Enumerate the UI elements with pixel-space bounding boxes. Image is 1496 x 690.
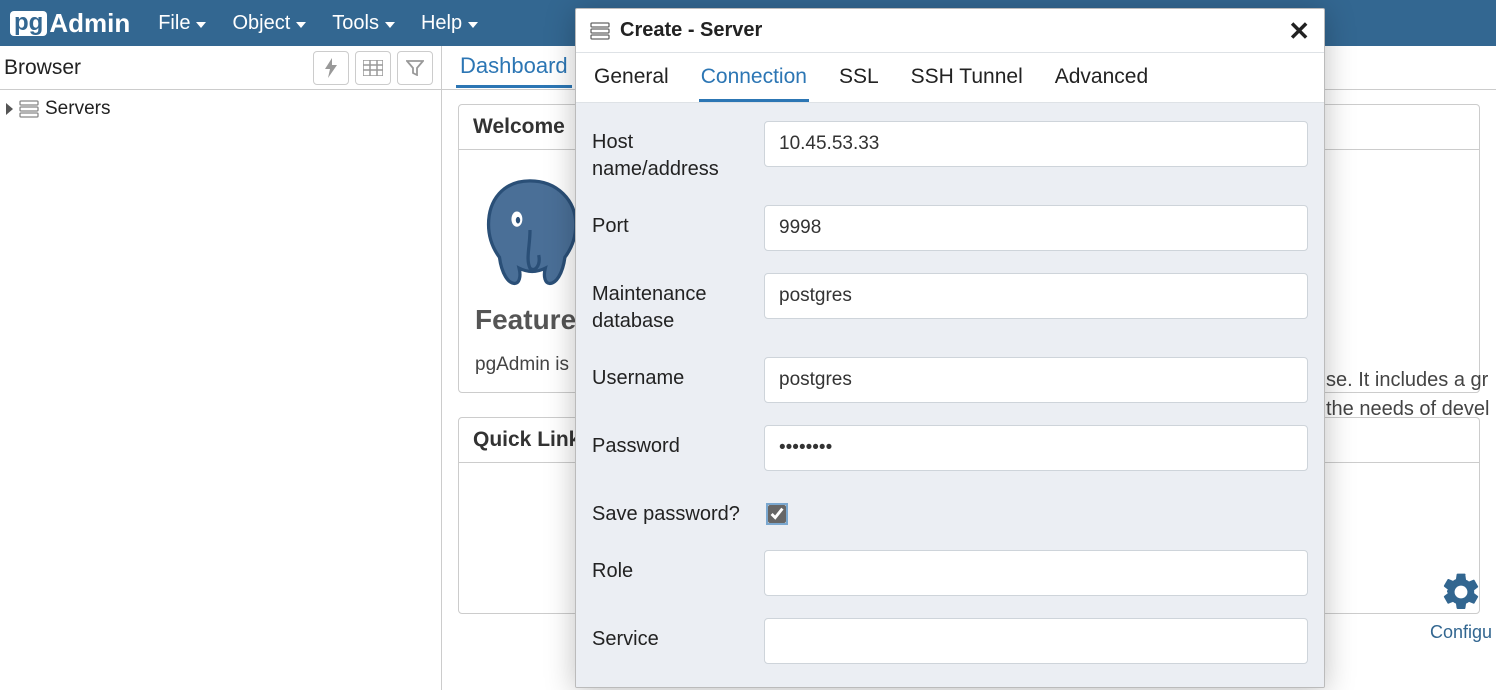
- role-input[interactable]: [764, 550, 1308, 596]
- browser-title: Browser: [4, 56, 81, 80]
- row-role: Role: [592, 550, 1308, 596]
- server-icon: [590, 22, 610, 40]
- label-host: Host name/address: [592, 121, 752, 183]
- logo-pg: pg: [10, 11, 47, 36]
- row-maintenance-db: Maintenance database: [592, 273, 1308, 335]
- row-username: Username: [592, 357, 1308, 403]
- chevron-down-icon: [196, 22, 206, 28]
- chevron-down-icon: [296, 22, 306, 28]
- tab-advanced[interactable]: Advanced: [1053, 53, 1150, 102]
- servers-icon: [19, 100, 39, 118]
- browser-header: Browser: [0, 46, 441, 90]
- tab-general[interactable]: General: [592, 53, 671, 102]
- label-password: Password: [592, 425, 752, 460]
- nav-item-tools[interactable]: Tools: [332, 12, 395, 35]
- chevron-down-icon: [468, 22, 478, 28]
- browser-panel: Browser Servers: [0, 46, 442, 690]
- row-port: Port: [592, 205, 1308, 251]
- configure-label: Configu: [1430, 622, 1492, 642]
- nav-label: Object: [232, 12, 290, 35]
- label-save-password: Save password?: [592, 493, 752, 528]
- view-data-button[interactable]: [355, 51, 391, 85]
- dialog-header: Create - Server ✕: [576, 9, 1324, 53]
- nav-label: File: [158, 12, 190, 35]
- welcome-right-line2: the needs of devel: [1326, 395, 1489, 424]
- logo-admin: Admin: [49, 8, 130, 39]
- password-input[interactable]: [764, 425, 1308, 471]
- row-service: Service: [592, 618, 1308, 664]
- row-host: Host name/address: [592, 121, 1308, 183]
- object-tree: Servers: [0, 90, 441, 128]
- nav-label: Tools: [332, 12, 379, 35]
- nav-item-object[interactable]: Object: [232, 12, 306, 35]
- row-save-password: Save password?: [592, 493, 1308, 528]
- welcome-text-right: se. It includes a gr the needs of devel: [1326, 366, 1489, 424]
- username-input[interactable]: [764, 357, 1308, 403]
- filter-icon: [406, 60, 424, 76]
- table-icon: [363, 60, 383, 76]
- label-service: Service: [592, 618, 752, 653]
- gear-icon: [1426, 570, 1496, 622]
- service-input[interactable]: [764, 618, 1308, 664]
- nav-menu: File Object Tools Help: [158, 12, 478, 35]
- port-input[interactable]: [764, 205, 1308, 251]
- browser-toolbar: [313, 51, 433, 85]
- tab-ssh-tunnel[interactable]: SSH Tunnel: [909, 53, 1025, 102]
- maintenance-db-input[interactable]: [764, 273, 1308, 319]
- chevron-right-icon: [6, 103, 13, 115]
- query-tool-button[interactable]: [313, 51, 349, 85]
- host-input[interactable]: [764, 121, 1308, 167]
- tree-node-servers[interactable]: Servers: [6, 98, 435, 120]
- dialog-tabs: General Connection SSL SSH Tunnel Advanc…: [576, 53, 1324, 103]
- tab-ssl[interactable]: SSL: [837, 53, 881, 102]
- welcome-right-line1: se. It includes a gr: [1326, 366, 1489, 395]
- tree-node-label: Servers: [45, 98, 110, 120]
- lightning-icon: [323, 58, 339, 78]
- dialog-title: Create - Server: [620, 19, 762, 42]
- label-port: Port: [592, 205, 752, 240]
- configure-link[interactable]: Configu: [1426, 570, 1496, 643]
- save-password-checkbox[interactable]: [768, 505, 786, 523]
- label-role: Role: [592, 550, 752, 585]
- tab-dashboard[interactable]: Dashboard: [456, 47, 572, 88]
- filter-button[interactable]: [397, 51, 433, 85]
- tab-connection[interactable]: Connection: [699, 53, 809, 102]
- elephant-icon: [475, 170, 585, 290]
- nav-label: Help: [421, 12, 462, 35]
- close-button[interactable]: ✕: [1288, 18, 1310, 44]
- app-logo: pgAdmin: [10, 8, 130, 39]
- label-username: Username: [592, 357, 752, 392]
- label-maintenance-db: Maintenance database: [592, 273, 752, 335]
- nav-item-file[interactable]: File: [158, 12, 206, 35]
- create-server-dialog: Create - Server ✕ General Connection SSL…: [575, 8, 1325, 688]
- chevron-down-icon: [385, 22, 395, 28]
- dialog-body: Host name/address Port Maintenance datab…: [576, 103, 1324, 687]
- row-password: Password: [592, 425, 1308, 471]
- nav-item-help[interactable]: Help: [421, 12, 478, 35]
